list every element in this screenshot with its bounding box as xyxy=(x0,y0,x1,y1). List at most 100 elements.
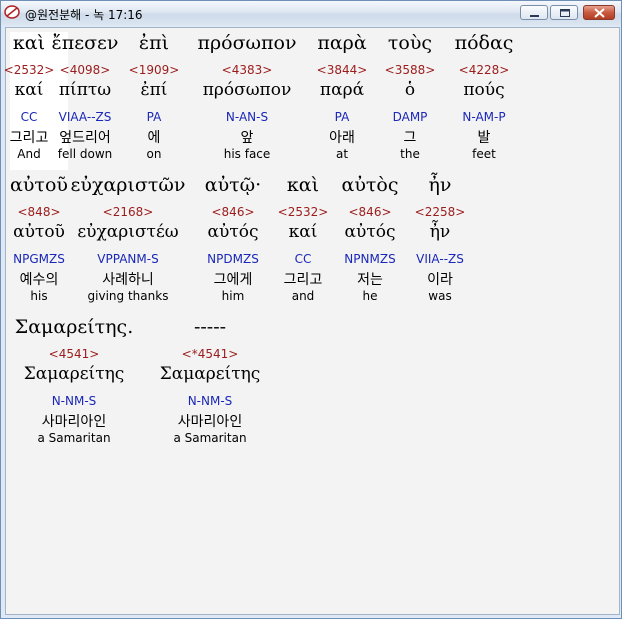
close-button[interactable] xyxy=(583,5,615,20)
token-parsing: N-NM-S xyxy=(51,394,97,408)
app-window: @원전분해 - 녹 17:16 καὶ <2532> καί CC 그리고 And ἔπεσ… xyxy=(0,0,622,619)
token-korean: 그리고 xyxy=(283,272,323,288)
analysis-panel: καὶ <2532> καί CC 그리고 And ἔπεσεν <4098> πίπτω VIA… xyxy=(3,27,620,615)
app-icon xyxy=(4,4,20,20)
minimize-icon xyxy=(530,15,539,17)
token-strong: <2532> xyxy=(3,63,55,77)
token-lemma: καί xyxy=(14,80,44,100)
token-lemma: αὐτός xyxy=(207,222,259,242)
token-greek: πρόσωπον xyxy=(197,32,297,54)
token-parsing: VIIA--ZS xyxy=(416,252,464,266)
token-lemma: ἐπί xyxy=(140,80,168,100)
token-greek: ἐπὶ xyxy=(138,32,170,54)
token-parsing: N-AM-P xyxy=(462,110,506,124)
token-greek: ----- xyxy=(193,316,227,338)
token-lemma: πούς xyxy=(463,80,505,100)
token-lemma: αὐτός xyxy=(344,222,396,242)
token-korean: 앞 xyxy=(240,130,254,146)
token-english: a Samaritan xyxy=(37,431,111,445)
token-english: was xyxy=(428,289,452,303)
token-strong: <846> xyxy=(348,205,392,219)
token-strong: <2258> xyxy=(414,205,466,219)
token-english: on xyxy=(146,147,162,161)
token-english: at xyxy=(335,147,349,161)
token-english: And xyxy=(17,147,41,161)
token-english: giving thanks xyxy=(87,289,169,303)
token-korean: 그리고 xyxy=(9,130,49,146)
token-lemma: παρά xyxy=(319,80,365,100)
token-korean: 에 xyxy=(147,130,161,146)
token-korean: 사례하니 xyxy=(102,272,154,288)
token-strong: <848> xyxy=(17,205,61,219)
token-korean: 그에게 xyxy=(213,272,253,288)
token-greek: ἦν xyxy=(428,174,452,196)
token-parsing: PA xyxy=(146,110,162,124)
token-parsing: N-NM-S xyxy=(187,394,233,408)
token-lemma: Σαμαρείτης xyxy=(23,364,125,384)
token-lemma: εὐχαριστέω xyxy=(77,222,179,242)
token-lemma: αὐτοῦ xyxy=(13,222,65,242)
token-parsing: PA xyxy=(334,110,350,124)
token-greek: καὶ xyxy=(286,174,320,196)
token-strong: <3844> xyxy=(316,63,368,77)
window-title: @원전분해 - 녹 17:16 xyxy=(25,8,143,22)
token-english: his xyxy=(30,289,48,303)
close-icon xyxy=(594,8,605,18)
token-lemma: πίπτω xyxy=(58,80,112,100)
token-lemma: ὁ xyxy=(404,80,416,100)
token-english: fell down xyxy=(57,147,113,161)
token-strong: <4383> xyxy=(221,63,273,77)
token-lemma: πρόσωπον xyxy=(202,80,292,100)
token-english: his face xyxy=(223,147,271,161)
maximize-button[interactable] xyxy=(550,5,578,20)
token-greek: ἔπεσεν xyxy=(51,32,119,54)
token-lemma: Σαμαρείτης xyxy=(159,364,261,384)
token-english: a Samaritan xyxy=(173,431,247,445)
token-strong: <846> xyxy=(211,205,255,219)
token-lemma: ἦν xyxy=(429,222,451,242)
token-parsing: VIAA--ZS xyxy=(58,110,112,124)
token-parsing: VPPANM-S xyxy=(97,252,159,266)
token-greek: καὶ xyxy=(12,32,46,54)
minimize-button[interactable] xyxy=(520,5,548,20)
token-english: feet xyxy=(472,147,496,161)
token-greek: εὐχαριστῶν xyxy=(70,174,186,196)
token-korean: 사마리아인 xyxy=(41,414,107,430)
token-strong: <4228> xyxy=(458,63,510,77)
token-greek: παρὰ xyxy=(317,32,367,54)
token-korean: 그 xyxy=(403,130,417,146)
token-english: him xyxy=(221,289,245,303)
token-greek: πόδας xyxy=(454,32,514,54)
maximize-icon xyxy=(560,9,570,17)
token-korean: 이라 xyxy=(427,272,453,288)
token-korean: 발 xyxy=(477,130,491,146)
token-parsing: NPNMZS xyxy=(344,252,396,266)
token-korean: 사마리아인 xyxy=(177,414,243,430)
token-korean: 저는 xyxy=(357,272,383,288)
token-strong: <3588> xyxy=(384,63,436,77)
token-english: and xyxy=(291,289,315,303)
token-english: he xyxy=(362,289,378,303)
token-lemma: καί xyxy=(288,222,318,242)
token-strong: <4541> xyxy=(48,347,100,361)
token-parsing: NPDMZS xyxy=(207,252,259,266)
token-parsing: CC xyxy=(294,252,312,266)
token-greek: Σαμαρείτης. xyxy=(14,316,134,338)
token-english: the xyxy=(400,147,420,161)
token-greek: αὐτοῦ xyxy=(10,174,68,196)
token-strong: <*4541> xyxy=(181,347,239,361)
token-korean: 예수의 xyxy=(19,272,59,288)
token-strong: <2532> xyxy=(277,205,329,219)
token-parsing: NPGMZS xyxy=(13,252,65,266)
token-greek: αὐτὸς xyxy=(341,174,399,196)
title-bar[interactable]: @원전분해 - 녹 17:16 xyxy=(1,1,621,25)
token-korean: 엎드리어 xyxy=(59,130,111,146)
token-greek: αὐτῷ· xyxy=(204,174,262,196)
token-greek: τοὺς xyxy=(387,32,433,54)
token-strong: <4098> xyxy=(59,63,111,77)
token-strong: <2168> xyxy=(102,205,154,219)
token-parsing: CC xyxy=(20,110,38,124)
token-parsing: N-AN-S xyxy=(225,110,269,124)
token-strong: <1909> xyxy=(128,63,180,77)
token-korean: 아래 xyxy=(329,130,355,146)
